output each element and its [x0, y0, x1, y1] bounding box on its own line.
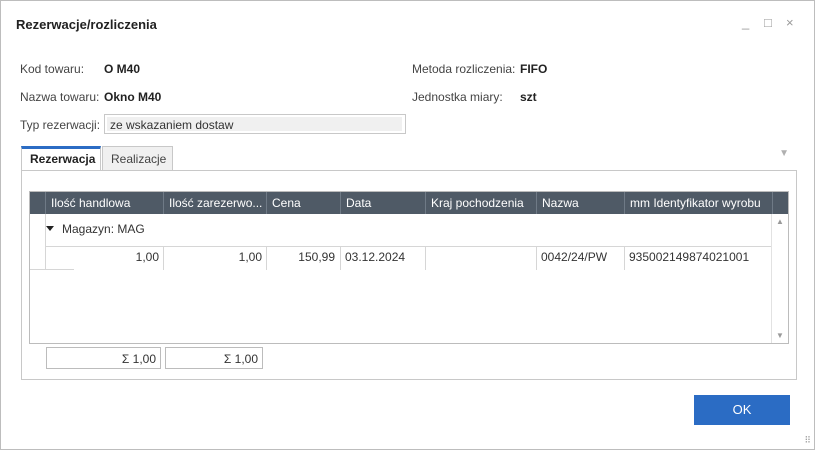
metoda-rozliczenia-label: Metoda rozliczenia:	[412, 62, 516, 76]
row-indicator-header	[30, 192, 46, 214]
header-filler	[773, 192, 788, 214]
cell-ilosc-zarezerwowana[interactable]: 1,00	[164, 250, 262, 264]
metoda-rozliczenia-value: FIFO	[520, 62, 548, 76]
collapse-triangle-icon[interactable]	[46, 226, 54, 232]
cell-nazwa[interactable]: 0042/24/PW	[541, 250, 607, 264]
kod-towaru-value: O M40	[104, 62, 141, 76]
dialog-title: Rezerwacje/rozliczenia	[16, 17, 157, 32]
jednostka-miary-label: Jednostka miary:	[412, 90, 503, 104]
column-header-data[interactable]: Data	[341, 192, 426, 214]
dialog-window: Rezerwacje/rozliczenia _ □ × Kod towaru:…	[0, 0, 815, 450]
cell-data[interactable]: 03.12.2024	[345, 250, 405, 264]
scroll-up-icon[interactable]: ▲	[776, 217, 784, 226]
cell-identyfikator[interactable]: 935002149874021001	[629, 250, 749, 264]
row-divider-short	[30, 269, 74, 270]
column-header-cena[interactable]: Cena	[267, 192, 341, 214]
tab-realizacje[interactable]: Realizacje	[102, 146, 173, 170]
total-ilosc-handlowa: Σ 1,00	[46, 347, 161, 369]
column-header-kraj-pochodzenia[interactable]: Kraj pochodzenia	[426, 192, 537, 214]
cell-divider	[536, 246, 537, 270]
nazwa-towaru-label: Nazwa towaru:	[20, 90, 100, 104]
kod-towaru-label: Kod towaru:	[20, 62, 85, 76]
reservations-grid[interactable]: Ilość handlowa Ilość zarezerwo... Cena D…	[29, 191, 789, 344]
group-label: Magazyn: MAG	[62, 222, 145, 236]
ok-button[interactable]: OK	[694, 395, 790, 425]
cell-ilosc-handlowa[interactable]: 1,00	[46, 250, 159, 264]
grid-scrollbar[interactable]: ▲ ▼	[771, 214, 788, 343]
minimize-icon[interactable]: _	[742, 15, 749, 30]
column-header-ilosc-zarezerwowana[interactable]: Ilość zarezerwo...	[164, 192, 267, 214]
cell-divider	[624, 246, 625, 270]
jednostka-miary-value: szt	[520, 90, 537, 104]
resize-grip-icon[interactable]: ⠿	[804, 435, 811, 446]
chevron-down-icon[interactable]: ▼	[779, 148, 789, 159]
row-divider	[46, 246, 773, 247]
typ-rezerwacji-label: Typ rezerwacji:	[20, 118, 101, 132]
typ-rezerwacji-value: ze wskazaniem dostaw	[110, 118, 234, 132]
column-header-identyfikator[interactable]: mm Identyfikator wyrobu	[625, 192, 773, 214]
typ-rezerwacji-field[interactable]: ze wskazaniem dostaw	[104, 114, 406, 134]
cell-divider	[425, 246, 426, 270]
nazwa-towaru-value: Okno M40	[104, 90, 162, 104]
total-ilosc-zarezerwowana: Σ 1,00	[165, 347, 263, 369]
cell-divider	[340, 246, 341, 270]
group-row-magazyn[interactable]: Magazyn: MAG	[46, 222, 145, 236]
tab-rezerwacja[interactable]: Rezerwacja	[21, 146, 101, 170]
maximize-icon[interactable]: □	[764, 15, 772, 30]
column-header-ilosc-handlowa[interactable]: Ilość handlowa	[46, 192, 164, 214]
grid-header: Ilość handlowa Ilość zarezerwo... Cena D…	[30, 192, 788, 214]
cell-cena[interactable]: 150,99	[267, 250, 335, 264]
close-icon[interactable]: ×	[786, 15, 794, 30]
scroll-down-icon[interactable]: ▼	[776, 331, 784, 340]
column-header-nazwa[interactable]: Nazwa	[537, 192, 625, 214]
